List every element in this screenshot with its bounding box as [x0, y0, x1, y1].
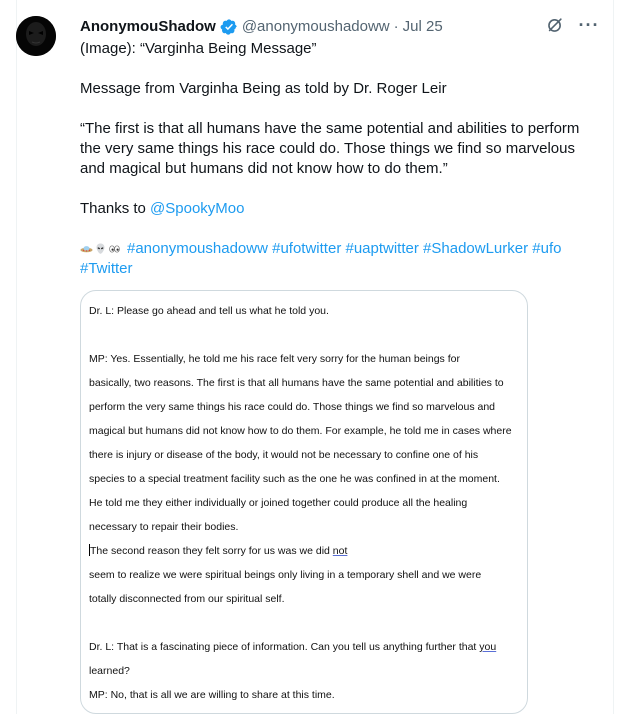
hashtag-link[interactable]: #ufotwitter	[272, 240, 341, 257]
separator-dot: ·	[393, 18, 399, 35]
doc-line: basically, two reasons. The first is tha…	[89, 377, 504, 389]
tweet-date[interactable]: Jul 25	[403, 17, 443, 37]
thanks-line: Thanks to @SpookyMoo	[80, 199, 600, 219]
ufo-emoji	[80, 246, 93, 253]
avatar-mask-icon	[16, 16, 56, 56]
doc-line: He told me they either individually or j…	[89, 497, 468, 509]
mention-link[interactable]: @SpookyMoo	[150, 200, 244, 217]
hashtag-line: #anonymoushadoww #ufotwitter #uaptwitter…	[80, 239, 600, 279]
doc-line: perform the very same things his race co…	[89, 401, 496, 413]
doc-line: Dr. L: That is a fascinating piece of in…	[89, 635, 519, 659]
more-icon[interactable]: ···	[578, 14, 600, 36]
doc-underlined-word: you	[479, 641, 497, 653]
avatar[interactable]	[16, 16, 56, 56]
doc-line: totally disconnected from our spiritual …	[89, 593, 285, 605]
doc-line: MP: No, that is all we are willing to sh…	[89, 689, 335, 701]
doc-line: magical but humans did not know how to d…	[89, 425, 512, 437]
hashtag-link[interactable]: #Twitter	[80, 260, 133, 277]
doc-underlined-word: not	[332, 545, 348, 557]
hashtag-link[interactable]: #uaptwitter	[345, 240, 418, 257]
verified-badge-icon[interactable]	[220, 18, 238, 36]
hashtag-link[interactable]: #ShadowLurker	[423, 240, 528, 257]
document-text: Dr. L: Please go ahead and tell us what …	[89, 299, 519, 713]
image-caption-line: (Image): “Varginha Being Message”	[80, 40, 317, 57]
tweet-text: (Image): “Varginha Being Message” Messag…	[80, 39, 600, 279]
alien-emoji	[96, 243, 105, 254]
grok-icon[interactable]	[544, 14, 566, 36]
doc-line: MP: Yes. Essentially, he told me his rac…	[89, 353, 460, 365]
doc-line: seem to realize we were spiritual beings…	[89, 569, 482, 581]
display-name[interactable]: AnonymouShadow	[80, 17, 216, 37]
doc-line: necessary to repair their bodies.	[89, 521, 239, 533]
doc-line: species to a special treatment facility …	[89, 473, 500, 485]
attached-image[interactable]: Dr. L: Please go ahead and tell us what …	[80, 290, 528, 714]
hashtag-link[interactable]: #ufo	[532, 240, 561, 257]
doc-text: The second reason they felt sorry for us…	[90, 545, 333, 557]
doc-line: Dr. L: Please go ahead and tell us what …	[89, 305, 329, 317]
doc-line: The second reason they felt sorry for us…	[89, 539, 519, 563]
hashtag-link[interactable]: #anonymoushadoww	[127, 240, 268, 257]
eyes-emoji	[109, 245, 120, 253]
intro-line: Message from Varginha Being as told by D…	[80, 80, 447, 97]
quote-text: “The first is that all humans have the s…	[80, 120, 580, 177]
doc-text: Dr. L: That is a fascinating piece of in…	[89, 641, 480, 653]
thanks-prefix: Thanks to	[80, 200, 151, 217]
tweet-header-actions: ···	[544, 14, 600, 36]
doc-line: there is injury or disease of the body, …	[89, 449, 479, 461]
user-handle[interactable]: @anonymoushadoww	[242, 17, 390, 37]
tweet-header: AnonymouShadow @anonymoushadoww · Jul 25	[80, 16, 594, 38]
emoji-run	[80, 242, 121, 255]
doc-line: learned?	[89, 665, 130, 677]
